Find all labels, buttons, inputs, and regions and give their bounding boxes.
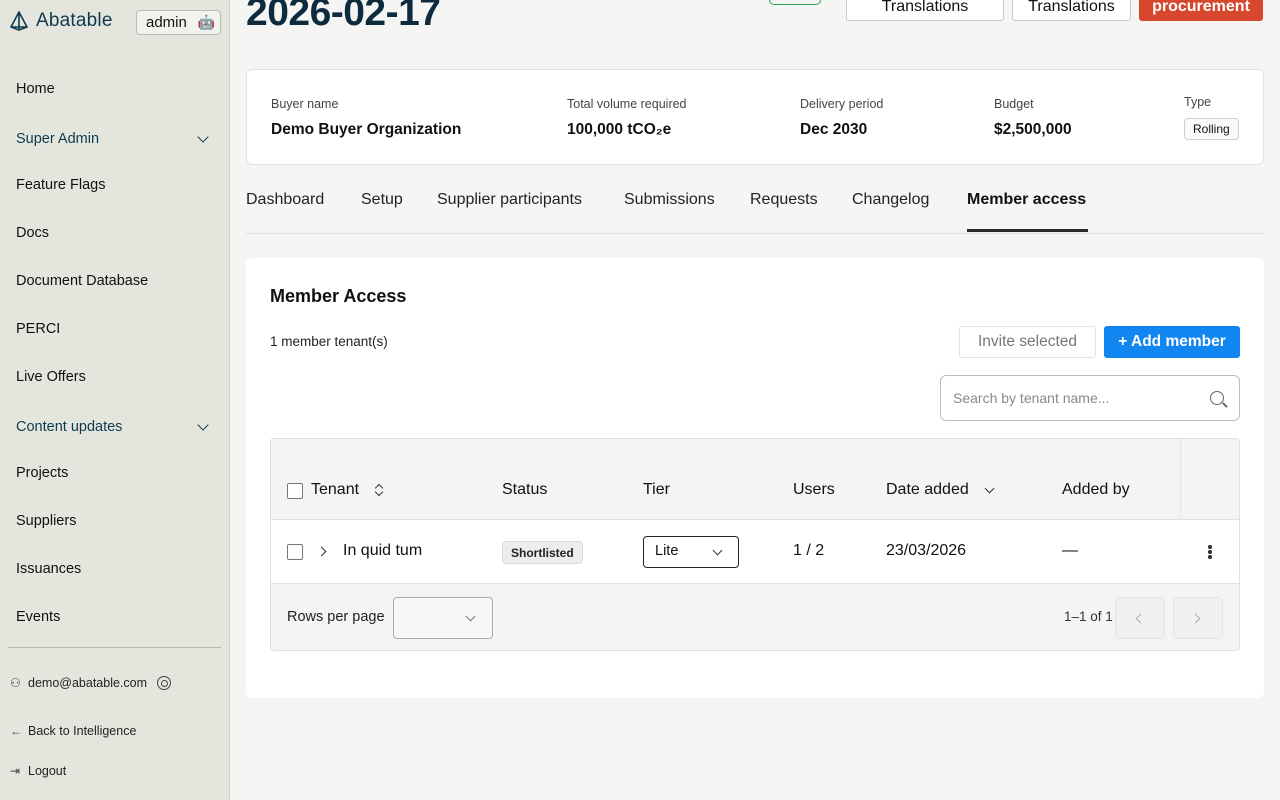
- logo[interactable]: Abatable: [8, 10, 113, 32]
- page-title: 2026-02-17: [246, 0, 441, 34]
- tab-bar: Dashboard Setup Supplier participants Su…: [246, 188, 1264, 234]
- budget-label: Budget: [994, 97, 1034, 111]
- sidebar-item-feature-flags[interactable]: Feature Flags: [16, 177, 105, 193]
- type-badge: Rolling: [1184, 118, 1239, 140]
- section-title: Member Access: [270, 286, 407, 306]
- sidebar-item-home[interactable]: Home: [16, 81, 55, 97]
- delivery-value: Dec 2030: [800, 121, 868, 138]
- tab-requests[interactable]: Requests: [750, 191, 818, 209]
- column-status: Status: [502, 481, 548, 498]
- tier-select[interactable]: Lite: [643, 536, 739, 568]
- chevron-down-icon[interactable]: [197, 131, 209, 143]
- logo-text: Abatable: [36, 10, 113, 31]
- previous-page-button[interactable]: [1115, 597, 1165, 639]
- chevron-right-icon: [1190, 613, 1201, 624]
- chevron-down-icon[interactable]: [197, 419, 209, 431]
- chevron-right-icon[interactable]: [316, 546, 327, 557]
- next-page-button[interactable]: [1173, 597, 1223, 639]
- rows-per-page-label: Rows per page: [287, 609, 385, 625]
- column-added-by: Added by: [1062, 481, 1130, 498]
- tenant-name: In quid tum: [343, 542, 423, 559]
- sidebar-item-issuances[interactable]: Issuances: [16, 561, 81, 577]
- type-label: Type: [1184, 95, 1212, 109]
- actions-column-header: [1180, 439, 1239, 520]
- column-date-added[interactable]: Date added: [886, 481, 969, 499]
- search-icon[interactable]: [1210, 391, 1224, 405]
- back-link-label: Back to Intelligence: [28, 724, 137, 738]
- buyer-value: Demo Buyer Organization: [271, 121, 462, 138]
- member-table: Tenant Status Tier Users Date added Adde…: [270, 438, 1240, 651]
- request-summary-card: Buyer name Demo Buyer Organization Total…: [246, 69, 1264, 165]
- row-checkbox[interactable]: [287, 544, 303, 560]
- table-header: Tenant Status Tier Users Date added Adde…: [271, 439, 1239, 520]
- tab-supplier-participants[interactable]: Supplier participants: [437, 191, 582, 209]
- column-tenant[interactable]: Tenant: [311, 481, 359, 499]
- sidebar: Abatable admin 🤖 Home Super Admin Featur…: [0, 0, 230, 800]
- logout-label: Logout: [28, 764, 67, 778]
- status-badge: Shortlisted: [502, 541, 583, 564]
- logo-icon: [10, 11, 28, 31]
- table-footer: Rows per page 1–1 of 1: [271, 585, 1239, 650]
- logout-link[interactable]: ⇥ Logout: [10, 764, 66, 778]
- chevron-down-icon: [712, 545, 723, 556]
- tab-setup[interactable]: Setup: [361, 191, 403, 209]
- rows-per-page-select[interactable]: [393, 597, 493, 639]
- tab-member-access[interactable]: Member access: [967, 191, 1086, 209]
- sidebar-item-docs[interactable]: Docs: [16, 225, 49, 241]
- invite-selected-button[interactable]: Invite selected: [959, 326, 1096, 358]
- users-count: 1 / 2: [793, 542, 825, 559]
- chevron-left-icon: [1135, 613, 1146, 624]
- active-tab-indicator: [967, 229, 1088, 232]
- member-access-panel: Member Access 1 member tenant(s) Invite …: [246, 258, 1264, 698]
- sidebar-item-projects[interactable]: Projects: [16, 465, 68, 481]
- back-link[interactable]: ← Back to Intelligence: [10, 724, 136, 738]
- arrow-left-icon: ←: [10, 724, 22, 738]
- added-by: —: [1062, 542, 1078, 559]
- logout-icon: ⇥: [10, 764, 21, 778]
- tab-changelog[interactable]: Changelog: [852, 191, 929, 209]
- user-account[interactable]: ⚇ demo@abatable.com: [10, 676, 147, 690]
- column-users: Users: [793, 481, 835, 498]
- procurement-button[interactable]: procurement: [1139, 0, 1263, 21]
- tenant-search: [940, 375, 1240, 421]
- search-input[interactable]: [953, 388, 1198, 408]
- sidebar-item-super-admin[interactable]: Super Admin: [16, 131, 99, 147]
- chevron-down-icon: [465, 611, 476, 622]
- tab-dashboard[interactable]: Dashboard: [246, 191, 324, 209]
- table-row: In quid tum Shortlisted Lite 1 / 2 23/03…: [271, 520, 1239, 584]
- admin-label: admin: [146, 14, 187, 31]
- status-badge: [769, 0, 821, 5]
- column-tier: Tier: [643, 481, 670, 498]
- sidebar-item-live-offers[interactable]: Live Offers: [16, 369, 86, 385]
- volume-label: Total volume required: [567, 97, 687, 111]
- member-count: 1 member tenant(s): [270, 334, 388, 349]
- sort-icon[interactable]: [374, 483, 384, 497]
- user-icon: ⚇: [10, 676, 21, 690]
- sidebar-item-suppliers[interactable]: Suppliers: [16, 513, 76, 529]
- volume-value: 100,000 tCO₂e: [567, 121, 672, 138]
- user-email: demo@abatable.com: [28, 676, 148, 690]
- add-member-button[interactable]: + Add member: [1104, 326, 1240, 358]
- sidebar-item-document-database[interactable]: Document Database: [16, 273, 148, 289]
- date-added: 23/03/2026: [886, 542, 967, 559]
- more-vertical-icon[interactable]: [1208, 545, 1212, 559]
- sidebar-item-perci[interactable]: PERCI: [16, 321, 60, 337]
- sidebar-item-events[interactable]: Events: [16, 609, 60, 625]
- tier-value: Lite: [655, 543, 679, 559]
- sidebar-divider: [8, 647, 221, 648]
- buyer-label: Buyer name: [271, 97, 339, 111]
- budget-value: $2,500,000: [994, 121, 1072, 138]
- delivery-label: Delivery period: [800, 97, 884, 111]
- tab-submissions[interactable]: Submissions: [624, 191, 715, 209]
- sidebar-item-content-updates[interactable]: Content updates: [16, 419, 122, 435]
- translations-button-2[interactable]: Translations: [1012, 0, 1131, 21]
- translations-button[interactable]: Translations: [846, 0, 1004, 21]
- admin-switcher[interactable]: admin 🤖: [136, 10, 221, 35]
- robot-icon: 🤖: [197, 14, 215, 30]
- select-all-checkbox[interactable]: [287, 483, 303, 499]
- gear-icon[interactable]: [157, 676, 171, 690]
- pagination-info: 1–1 of 1: [1064, 609, 1113, 624]
- chevron-down-icon[interactable]: [984, 483, 995, 494]
